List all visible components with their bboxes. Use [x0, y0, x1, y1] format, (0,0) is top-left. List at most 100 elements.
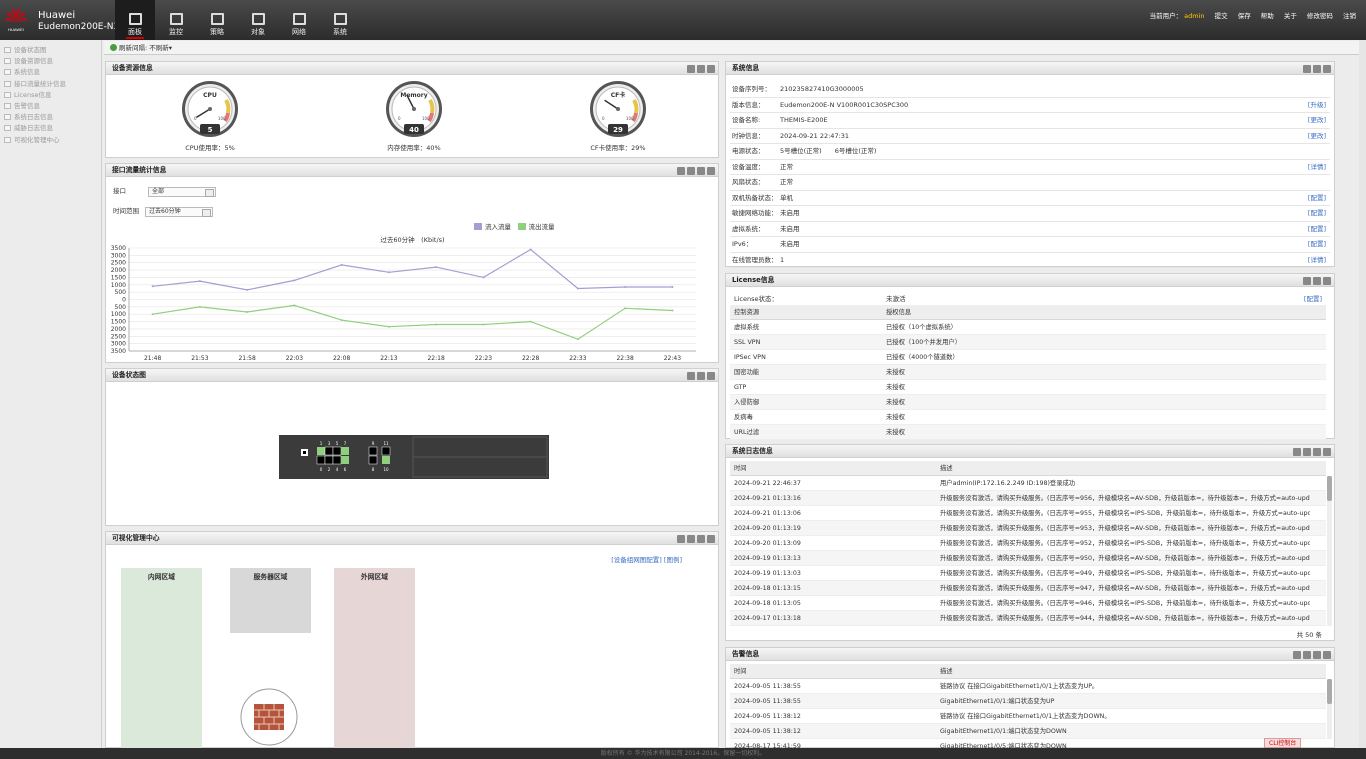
alarm-scrollbar[interactable]	[1327, 679, 1332, 739]
save-link[interactable]: 保存	[1238, 12, 1251, 20]
info-action-link[interactable]: [配置]	[1308, 222, 1326, 238]
table-row: 虚拟系统 已授权（10个虚拟系统）	[730, 320, 1326, 335]
panel-header: 设备状态图	[106, 369, 718, 382]
table-row[interactable]: 2024-09-05 11:38:55 GigabitEthernet1/0/1:…	[730, 694, 1326, 709]
edit-icon[interactable]	[687, 166, 695, 175]
minimize-icon[interactable]	[687, 64, 695, 73]
refresh-icon[interactable]	[1313, 276, 1321, 285]
refresh-icon[interactable]	[1313, 64, 1321, 73]
traffic-chart: 过去60分钟 (Kbit/s)3500300025002000150010005…	[111, 235, 696, 362]
minimize-icon[interactable]	[1293, 650, 1301, 659]
zone-trust: 内网区域	[121, 568, 202, 748]
minimize-icon[interactable]	[1303, 64, 1311, 73]
port-label: 11	[383, 441, 389, 446]
nav-panel[interactable]: 面板	[115, 0, 155, 40]
license-config-link[interactable]: [配置]	[1304, 293, 1322, 303]
gauge-value: 29	[613, 126, 623, 134]
checkbox-icon	[4, 91, 11, 98]
minimize-icon[interactable]	[677, 166, 685, 175]
submit-link[interactable]: 提交	[1215, 12, 1228, 20]
refresh-icon[interactable]	[697, 534, 705, 543]
nav-network[interactable]: 网络	[279, 0, 319, 40]
help-link[interactable]: 帮助	[1261, 12, 1274, 20]
info-action-link[interactable]: [详情]	[1308, 160, 1326, 176]
y-tick-label: 0	[122, 297, 126, 304]
nav-object[interactable]: 对象	[238, 0, 278, 40]
refresh-icon[interactable]	[1313, 447, 1321, 456]
sidebar-item-threat-log[interactable]: 威胁日志信息	[0, 123, 101, 134]
info-action-link[interactable]: [升级]	[1308, 98, 1326, 114]
info-action-link[interactable]: [更改]	[1308, 113, 1326, 129]
table-row[interactable]: 2024-09-21 01:13:06 升级服务没有激活，请购买升级服务。(日志序…	[730, 506, 1326, 521]
edit-icon[interactable]	[687, 534, 695, 543]
minimize-icon[interactable]	[1303, 276, 1311, 285]
close-icon[interactable]	[707, 64, 715, 73]
table-row[interactable]: 2024-09-21 22:46:37 用户admin(IP:172.16.2.2…	[730, 476, 1326, 491]
minimize-icon[interactable]	[687, 371, 695, 380]
data-point	[624, 307, 627, 310]
table-row[interactable]: 2024-09-18 01:13:05 升级服务没有激活，请购买升级服务。(日志序…	[730, 596, 1326, 611]
minimize-icon[interactable]	[677, 534, 685, 543]
refresh-icon[interactable]	[1313, 650, 1321, 659]
table-row[interactable]: 2024-09-19 01:13:13 升级服务没有激活，请购买升级服务。(日志序…	[730, 551, 1326, 566]
info-action-link[interactable]: [配置]	[1308, 191, 1326, 207]
sidebar-item-resource[interactable]: 设备资源信息	[0, 56, 101, 67]
close-icon[interactable]	[707, 166, 715, 175]
sidebar-item-license[interactable]: License信息	[0, 90, 101, 101]
info-action-link[interactable]: [更改]	[1308, 129, 1326, 145]
change-password-link[interactable]: 修改密码	[1307, 12, 1333, 20]
table-row: SSL VPN 已授权（100个并发用户）	[730, 335, 1326, 350]
close-icon[interactable]	[1323, 64, 1331, 73]
table-row[interactable]: 2024-09-17 01:13:18 升级服务没有激活，请购买升级服务。(日志序…	[730, 611, 1326, 626]
refresh-icon[interactable]	[697, 64, 705, 73]
license-grant: 未授权	[886, 429, 905, 436]
nav-policy[interactable]: 策略	[197, 0, 237, 40]
sidebar-item-system-info[interactable]: 系统信息	[0, 67, 101, 78]
table-row[interactable]: 2024-09-18 01:13:15 升级服务没有激活，请购买升级服务。(日志序…	[730, 581, 1326, 596]
info-action-link[interactable]: [配置]	[1308, 206, 1326, 222]
info-action-link[interactable]: [详情]	[1308, 253, 1326, 269]
legend-link[interactable]: [图例]	[664, 556, 682, 564]
edit-icon[interactable]	[1303, 447, 1311, 456]
refresh-select[interactable]: 不刷新	[149, 44, 169, 52]
interface-select[interactable]: 全部	[148, 187, 216, 197]
nav-system[interactable]: 系统	[320, 0, 360, 40]
close-icon[interactable]	[707, 371, 715, 380]
sidebar-item-traffic[interactable]: 接口流量统计信息	[0, 79, 101, 90]
visual-panel: 可视化管理中心 [设备组网图配置] [图例] 内网区域 服务器区域 外网区域	[105, 531, 719, 748]
sidebar-item-syslog[interactable]: 系统日志信息	[0, 112, 101, 123]
minimize-icon[interactable]	[1293, 447, 1301, 456]
page-scrollbar[interactable]	[1359, 40, 1366, 748]
chevron-down-icon[interactable]: ▾	[169, 44, 172, 52]
table-row[interactable]: 2024-09-05 11:38:12 GigabitEthernet1/0/1:…	[730, 724, 1326, 739]
info-value: 未启用	[780, 240, 800, 248]
table-row[interactable]: 2024-09-19 01:13:03 升级服务没有激活，请购买升级服务。(日志序…	[730, 566, 1326, 581]
table-row[interactable]: 2024-09-05 11:38:55 链路协议 在接口GigabitEthern…	[730, 679, 1326, 694]
sidebar-item-device-status[interactable]: 设备状态图	[0, 45, 101, 56]
nav-monitor[interactable]: 监控	[156, 0, 196, 40]
sidebar-item-visual[interactable]: 可视化管理中心	[0, 135, 101, 146]
edit-icon[interactable]	[1303, 650, 1311, 659]
table-row[interactable]: 2024-09-20 01:13:19 升级服务没有激活，请购买升级服务。(日志序…	[730, 521, 1326, 536]
about-link[interactable]: 关于	[1284, 12, 1297, 20]
close-icon[interactable]	[1323, 276, 1331, 285]
time-range-select[interactable]: 过去60分钟	[145, 207, 213, 217]
table-row[interactable]: 2024-09-05 11:38:12 链路协议 在接口GigabitEthern…	[730, 709, 1326, 724]
sidebar-item-alarm[interactable]: 告警信息	[0, 101, 101, 112]
log-time: 2024-09-17 01:13:18	[734, 615, 801, 622]
refresh-icon[interactable]	[697, 166, 705, 175]
refresh-icon[interactable]	[697, 371, 705, 380]
close-icon[interactable]	[707, 534, 715, 543]
firewall-icon[interactable]	[239, 687, 299, 747]
close-icon[interactable]	[1323, 447, 1331, 456]
panel-title: License信息	[732, 276, 775, 284]
table-row[interactable]: 2024-09-20 01:13:09 升级服务没有激活，请购买升级服务。(日志序…	[730, 536, 1326, 551]
close-icon[interactable]	[1323, 650, 1331, 659]
cli-console-button[interactable]: CLI控制台	[1264, 738, 1302, 748]
logout-link[interactable]: 注销	[1343, 12, 1356, 20]
memory-gauge: Memory400 100	[386, 81, 442, 137]
table-row[interactable]: 2024-09-21 01:13:16 升级服务没有激活，请购买升级服务。(日志序…	[730, 491, 1326, 506]
info-action-link[interactable]: [配置]	[1308, 237, 1326, 253]
syslog-scrollbar[interactable]	[1327, 476, 1332, 626]
topology-config-link[interactable]: [设备组网图配置]	[611, 556, 662, 564]
